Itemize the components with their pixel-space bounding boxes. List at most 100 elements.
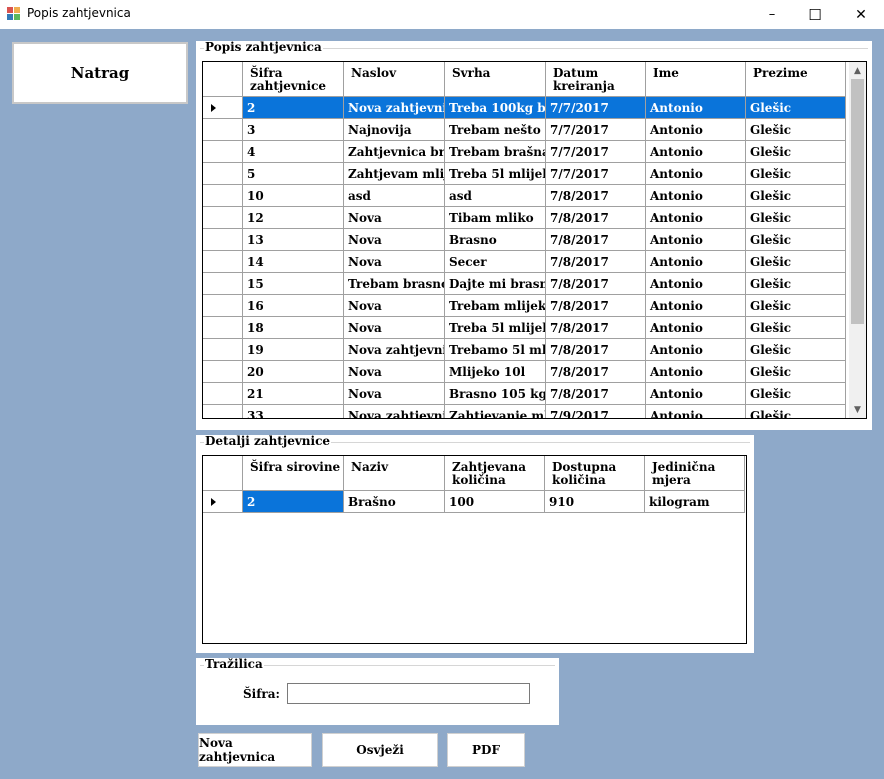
row-header[interactable] <box>203 185 243 207</box>
grid-cell[interactable]: Treba 5l mlijeka <box>445 317 546 339</box>
grid-cell[interactable]: Glešic <box>746 405 846 418</box>
column-header[interactable]: Ime <box>646 62 746 97</box>
table-row[interactable]: 3 Najnovija Trebam nešto 7/7/2017 Antonio Gle… <box>203 119 846 141</box>
grid-cell[interactable]: kilogram <box>645 491 745 513</box>
grid-cell[interactable]: Glešic <box>746 339 846 361</box>
grid-cell[interactable]: Nova zahtjevnica <box>344 339 445 361</box>
grid-cell[interactable]: 21 <box>243 383 344 405</box>
grid-cell[interactable]: 4 <box>243 141 344 163</box>
grid-cell[interactable]: Secer <box>445 251 546 273</box>
grid-cell[interactable]: Nova zahtjevnica <box>344 97 445 119</box>
grid-cell[interactable]: Glešic <box>746 295 846 317</box>
grid-cell[interactable]: Antonio <box>646 229 746 251</box>
grid-cell[interactable]: 910 <box>545 491 645 513</box>
grid-cell[interactable]: Glešic <box>746 207 846 229</box>
grid-cell[interactable]: Treba 5l mlijeka <box>445 163 546 185</box>
grid-cell[interactable]: Glešic <box>746 317 846 339</box>
row-header[interactable] <box>203 491 243 513</box>
column-header[interactable]: Naslov <box>344 62 445 97</box>
grid-cell[interactable]: Glešic <box>746 229 846 251</box>
table-row[interactable]: 21 Nova Brasno 105 kg 7/8/2017 Antonio Glešic <box>203 383 846 405</box>
grid-cell[interactable]: 7/8/2017 <box>546 295 646 317</box>
maximize-button[interactable]: ☐ <box>792 0 838 29</box>
grid-cell[interactable]: 7/9/2017 <box>546 405 646 418</box>
scroll-down-icon[interactable]: ▼ <box>849 401 866 418</box>
table-row[interactable]: 20 Nova Mlijeko 10l 7/8/2017 Antonio Glešic <box>203 361 846 383</box>
grid-cell[interactable]: 20 <box>243 361 344 383</box>
grid-cell[interactable]: Zahtjevnica bra... <box>344 141 445 163</box>
close-button[interactable]: ✕ <box>838 0 884 29</box>
grid-cell[interactable]: Antonio <box>646 295 746 317</box>
grid-cell[interactable]: Tibam mliko <box>445 207 546 229</box>
grid-cell[interactable]: 10 <box>243 185 344 207</box>
grid-cell[interactable]: 7/7/2017 <box>546 141 646 163</box>
grid-cell[interactable]: Glešic <box>746 97 846 119</box>
column-header[interactable]: Dostupna količina <box>545 456 645 491</box>
grid-cell[interactable]: Brasno 105 kg <box>445 383 546 405</box>
table-row[interactable]: 2 Brašno 100 910 kilogram <box>203 491 745 513</box>
table-row[interactable]: 33Nova zahtjevnicaZahtjevanje mli...7/9/… <box>203 405 846 418</box>
grid-cell[interactable]: 7/7/2017 <box>546 119 646 141</box>
row-header[interactable] <box>203 339 243 361</box>
grid-cell[interactable]: 3 <box>243 119 344 141</box>
pdf-button[interactable]: PDF <box>447 733 525 767</box>
grid-cell[interactable]: 7/8/2017 <box>546 317 646 339</box>
grid-cell[interactable]: Antonio <box>646 405 746 418</box>
grid-cell[interactable]: Antonio <box>646 185 746 207</box>
grid-cell[interactable]: Antonio <box>646 361 746 383</box>
table-row[interactable]: 10 asd asd 7/8/2017 Antonio Glešic <box>203 185 846 207</box>
requisitions-grid[interactable]: ▲ ▼ Šifra zahtjevnice Naslov Svrha Datum kr… <box>202 61 867 419</box>
grid-cell[interactable]: Nova <box>344 229 445 251</box>
grid-cell[interactable]: 16 <box>243 295 344 317</box>
grid-cell[interactable]: 7/8/2017 <box>546 251 646 273</box>
row-header[interactable] <box>203 229 243 251</box>
grid-cell[interactable]: Trebam mlijeko <box>445 295 546 317</box>
row-header[interactable] <box>203 97 243 119</box>
grid-cell[interactable]: 7/8/2017 <box>546 339 646 361</box>
grid-cell[interactable]: Dajte mi brasna <box>445 273 546 295</box>
column-header[interactable]: Šifra zahtjevnice <box>243 62 344 97</box>
grid-cell[interactable]: Antonio <box>646 339 746 361</box>
column-header[interactable]: Datum kreiranja <box>546 62 646 97</box>
grid-cell[interactable]: Glešic <box>746 273 846 295</box>
back-button[interactable]: Natrag <box>12 42 188 104</box>
grid-cell[interactable]: Zahtjevanje mli... <box>445 405 546 418</box>
grid-cell[interactable]: Antonio <box>646 383 746 405</box>
grid-cell[interactable]: Glešic <box>746 383 846 405</box>
row-header[interactable] <box>203 361 243 383</box>
row-header[interactable] <box>203 251 243 273</box>
grid-cell[interactable]: Mlijeko 10l <box>445 361 546 383</box>
grid-cell[interactable]: Nova <box>344 317 445 339</box>
grid-cell[interactable]: Antonio <box>646 251 746 273</box>
column-header[interactable]: Šifra sirovine <box>243 456 344 491</box>
grid-cell[interactable]: 100 <box>445 491 545 513</box>
table-row[interactable]: 4Zahtjevnica bra...Trebam brašna7/7/2017… <box>203 141 846 163</box>
grid-cell[interactable]: 7/8/2017 <box>546 207 646 229</box>
vertical-scrollbar[interactable]: ▲ ▼ <box>849 62 866 418</box>
row-header[interactable] <box>203 295 243 317</box>
grid-cell[interactable]: Nova <box>344 251 445 273</box>
grid-cell[interactable]: 15 <box>243 273 344 295</box>
table-row[interactable]: 16 Nova Trebam mlijeko 7/8/2017 Antonio Gleši… <box>203 295 846 317</box>
grid-cell[interactable]: Nova <box>344 295 445 317</box>
grid-cell[interactable]: 2 <box>243 491 344 513</box>
grid-cell[interactable]: Antonio <box>646 207 746 229</box>
row-header[interactable] <box>203 119 243 141</box>
grid-cell[interactable]: Antonio <box>646 163 746 185</box>
scroll-up-icon[interactable]: ▲ <box>849 62 866 79</box>
grid-cell[interactable]: Antonio <box>646 317 746 339</box>
new-requisition-button[interactable]: Nova zahtjevnica <box>198 733 312 767</box>
grid-cell[interactable]: 7/8/2017 <box>546 361 646 383</box>
grid-cell[interactable]: 12 <box>243 207 344 229</box>
grid-cell[interactable]: Glešic <box>746 251 846 273</box>
table-row[interactable]: 18NovaTreba 5l mlijeka7/8/2017AntonioGle… <box>203 317 846 339</box>
grid-cell[interactable]: 7/7/2017 <box>546 163 646 185</box>
table-row[interactable]: 14 Nova Secer 7/8/2017 Antonio Glešic <box>203 251 846 273</box>
row-header[interactable] <box>203 207 243 229</box>
scroll-thumb[interactable] <box>851 79 864 324</box>
grid-cell[interactable]: 7/8/2017 <box>546 383 646 405</box>
grid-cell[interactable]: 33 <box>243 405 344 418</box>
grid-cell[interactable]: Trebamo 5l mli... <box>445 339 546 361</box>
table-row[interactable]: 5Zahtjevam mlij...Treba 5l mlijeka7/7/20… <box>203 163 846 185</box>
grid-cell[interactable]: Brasno <box>445 229 546 251</box>
